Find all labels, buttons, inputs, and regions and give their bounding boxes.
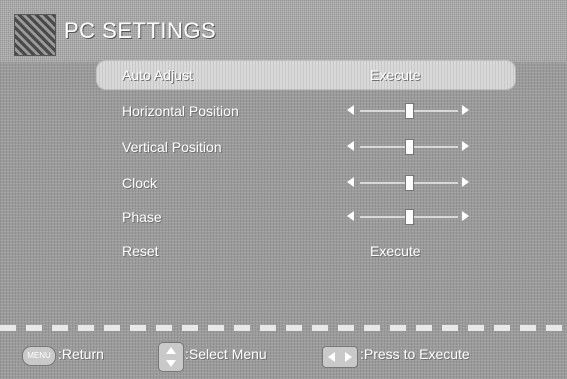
slider-thumb[interactable] xyxy=(404,139,414,155)
menu-item-label: Horizontal Position xyxy=(122,103,239,119)
footer-help-bar: MENU :Return :Select Menu :Press to Exec… xyxy=(0,338,567,379)
page-title: PC SETTINGS xyxy=(64,18,217,43)
pc-settings-icon xyxy=(14,14,56,56)
menu-item-label: Reset xyxy=(122,243,159,259)
arrow-left-icon[interactable] xyxy=(347,177,354,187)
arrow-left-icon[interactable] xyxy=(347,211,354,221)
menu-item-reset[interactable]: Reset Execute xyxy=(96,236,516,266)
up-down-key-icon xyxy=(158,342,184,372)
menu-item-auto-adjust[interactable]: Auto Adjust Execute xyxy=(96,60,516,90)
menu-item-vertical-position[interactable]: Vertical Position xyxy=(96,132,516,162)
menu-item-value: Execute xyxy=(370,67,421,83)
arrow-right-icon[interactable] xyxy=(462,211,469,221)
left-right-key-icon xyxy=(322,346,358,368)
header-bar: PC SETTINGS xyxy=(0,0,567,62)
menu-item-phase[interactable]: Phase xyxy=(96,202,516,232)
menu-item-label: Phase xyxy=(122,209,162,225)
menu-item-horizontal-position[interactable]: Horizontal Position xyxy=(96,96,516,126)
menu-item-label: Auto Adjust xyxy=(122,67,193,83)
menu-key-text: MENU xyxy=(27,351,51,360)
arrow-left-icon[interactable] xyxy=(347,105,354,115)
tv-osd-screen: PC SETTINGS Auto Adjust Execute Horizont… xyxy=(0,0,567,379)
menu-key-icon: MENU xyxy=(22,346,56,366)
select-menu-hint: :Select Menu xyxy=(185,346,267,362)
arrow-right-icon[interactable] xyxy=(462,177,469,187)
menu-item-label: Clock xyxy=(122,175,158,191)
slider-thumb[interactable] xyxy=(404,103,414,119)
arrow-left-icon[interactable] xyxy=(347,141,354,151)
slider-thumb[interactable] xyxy=(404,175,414,191)
execute-hint: :Press to Execute xyxy=(360,346,470,362)
slider-thumb[interactable] xyxy=(404,209,414,225)
return-hint: :Return xyxy=(58,346,104,362)
menu-item-clock[interactable]: Clock xyxy=(96,168,516,198)
arrow-right-icon[interactable] xyxy=(462,141,469,151)
arrow-right-icon[interactable] xyxy=(462,105,469,115)
menu-item-value: Execute xyxy=(370,243,421,259)
menu-item-label: Vertical Position xyxy=(122,139,222,155)
footer-divider xyxy=(0,325,567,331)
